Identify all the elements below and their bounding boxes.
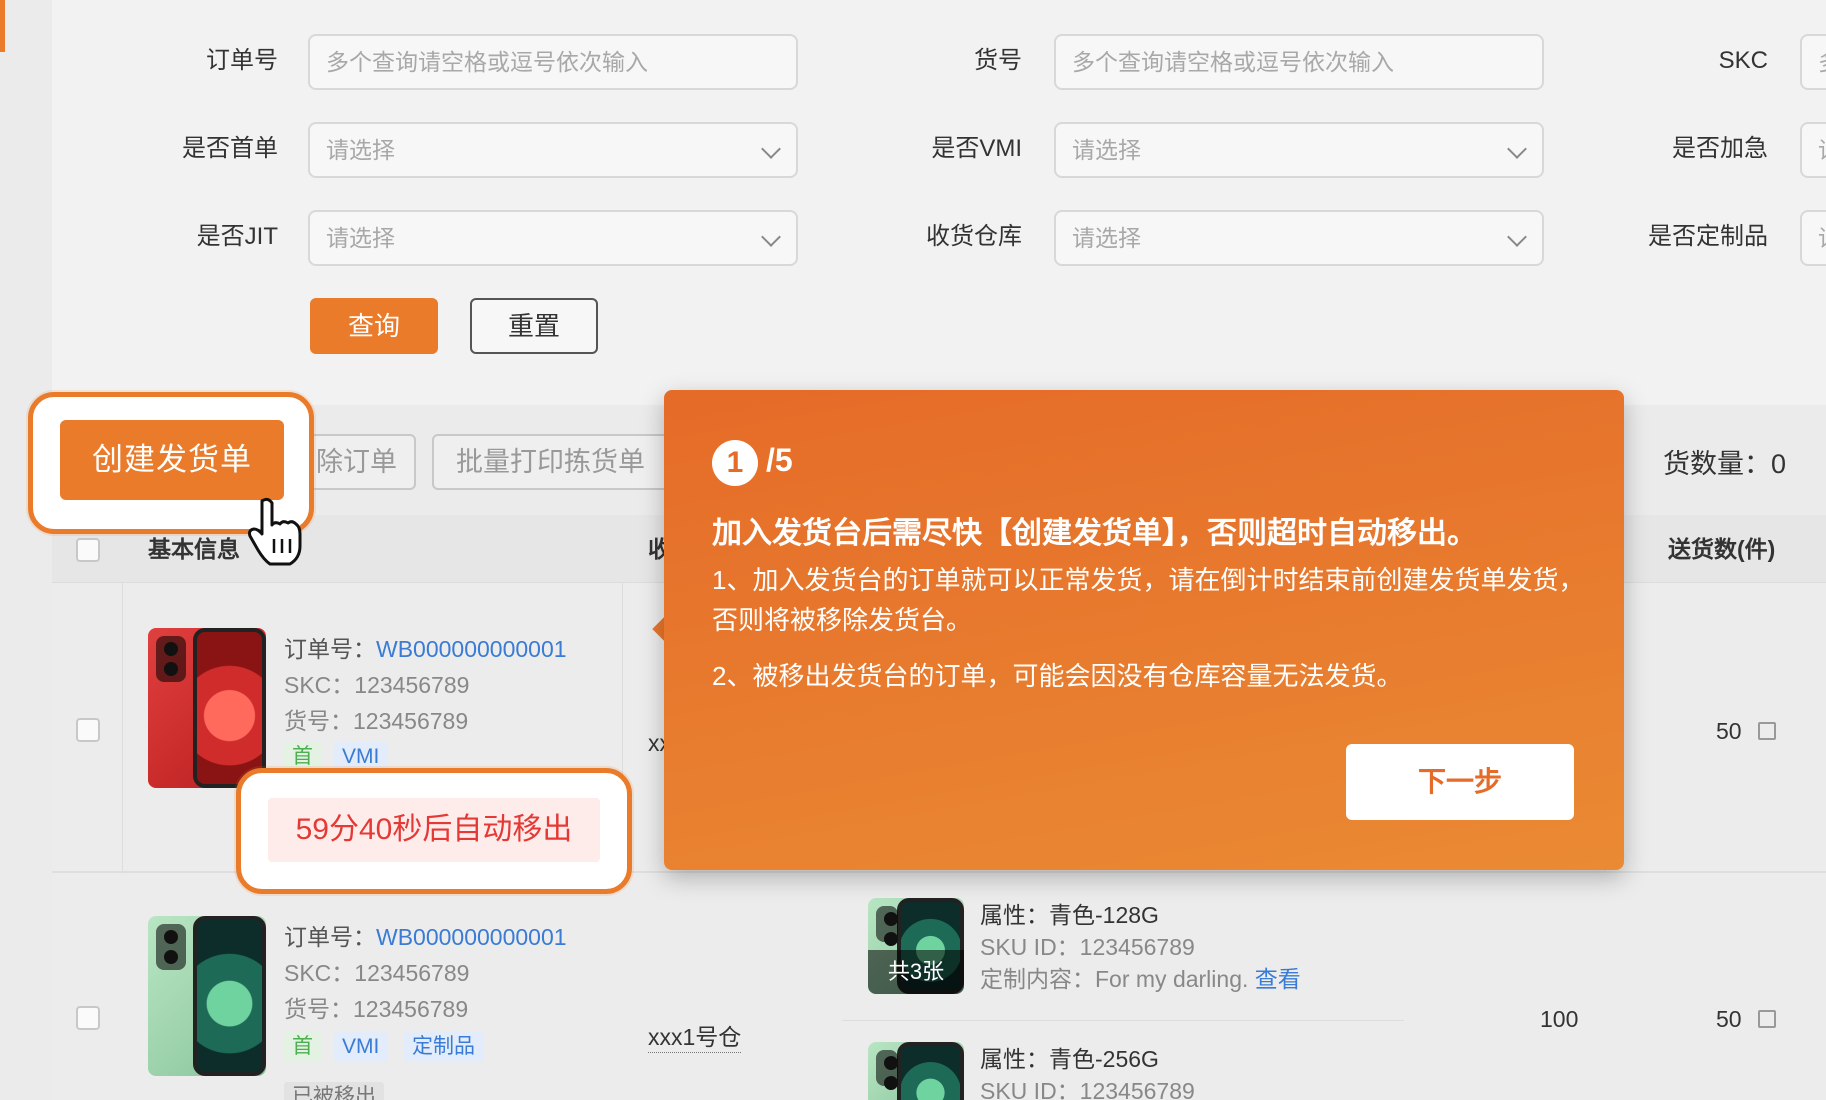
row-checkbox[interactable] — [76, 1006, 100, 1030]
warehouse-value: 请选择 — [1072, 225, 1141, 251]
first-order-value: 请选择 — [326, 137, 395, 163]
qty-cell: 100 — [1540, 1006, 1578, 1033]
sku-thumbnail[interactable]: 共3张 — [868, 898, 964, 994]
chevron-down-icon — [761, 139, 781, 159]
sku-divider — [842, 1020, 1404, 1021]
urgent-select[interactable]: 请 — [1800, 122, 1826, 178]
sku-attr: 属性：青色-128G — [980, 896, 1159, 930]
jit-select[interactable]: 请选择 — [308, 210, 798, 266]
order-no-link[interactable]: WB000000000001 — [376, 636, 567, 662]
th-ship-qty: 送货数(件) — [1668, 515, 1775, 583]
product-image — [148, 628, 266, 788]
vmi-value: 请选择 — [1072, 137, 1141, 163]
goods-line: 货号：123456789 — [284, 990, 468, 1024]
sku-thumbnail[interactable] — [868, 1042, 964, 1100]
left-rail — [0, 0, 52, 1100]
create-shipment-button[interactable]: 创建发货单 — [60, 420, 284, 500]
tag-vmi: VMI — [334, 1032, 387, 1062]
chevron-down-icon — [1507, 227, 1527, 247]
batch-print-button[interactable]: 批量打印拣货单 — [432, 434, 672, 490]
active-accent-bar — [0, 0, 5, 52]
step-number: 1 — [712, 440, 758, 486]
image-count-badge: 共3张 — [868, 950, 964, 994]
sku-custom-line: 定制内容：For my darling. 查看 — [980, 960, 1301, 994]
tag-first: 首 — [284, 1032, 321, 1062]
guide-title: 加入发货台后需尽快【创建发货单】，否则超时自动移出。 — [712, 508, 1477, 552]
edit-icon[interactable] — [1758, 722, 1776, 740]
row-checkbox[interactable] — [76, 718, 100, 742]
skc-label: SKC — [1538, 34, 1768, 88]
first-order-select[interactable]: 请选择 — [308, 122, 798, 178]
step-total: /5 — [766, 442, 793, 479]
order-no-label: 订单号 — [48, 34, 278, 88]
order-no-line: 订单号：WB000000000001 — [284, 918, 567, 952]
product-image — [148, 916, 266, 1076]
reset-button[interactable]: 重置 — [470, 298, 598, 354]
next-step-button[interactable]: 下一步 — [1346, 744, 1574, 820]
sku-id: SKU ID：123456789 — [980, 1072, 1195, 1100]
ship-qty-cell: 50 — [1716, 1006, 1742, 1033]
goods-line: 货号：123456789 — [284, 702, 468, 736]
skc-line: SKC：123456789 — [284, 666, 469, 700]
order-no-link[interactable]: WB000000000001 — [376, 924, 567, 950]
chevron-down-icon — [761, 227, 781, 247]
removed-badge: 已被移出 — [284, 1082, 384, 1100]
first-order-label: 是否首单 — [48, 122, 278, 176]
skc-line: SKC：123456789 — [284, 954, 469, 988]
urgent-label: 是否加急 — [1538, 122, 1768, 176]
chevron-down-icon — [1507, 139, 1527, 159]
view-link[interactable]: 查看 — [1255, 966, 1301, 992]
skc-input[interactable]: 多 — [1800, 34, 1826, 90]
edit-icon[interactable] — [1758, 1010, 1776, 1028]
goods-no-label: 货号 — [792, 34, 1022, 88]
warehouse-select[interactable]: 请选择 — [1054, 210, 1544, 266]
guide-paragraph-1: 1、加入发货台的订单就可以正常发货，请在倒计时结束前创建发货单发货，否则将被移除… — [712, 560, 1592, 640]
custom-label: 是否定制品 — [1538, 210, 1768, 264]
jit-value: 请选择 — [326, 225, 395, 251]
order-no-line: 订单号：WB000000000001 — [284, 630, 567, 664]
warehouse-cell: xxx1号仓 — [648, 1018, 741, 1053]
vmi-label: 是否VMI — [792, 122, 1022, 176]
sku-attr: 属性：青色-256G — [980, 1040, 1159, 1074]
order-no-input[interactable]: 多个查询请空格或逗号依次输入 — [308, 34, 798, 90]
guide-paragraph-2: 2、被移出发货台的订单，可能会因没有仓库容量无法发货。 — [712, 656, 1592, 696]
warehouse-label: 收货仓库 — [792, 210, 1022, 264]
custom-select[interactable]: 请 — [1800, 210, 1826, 266]
jit-label: 是否JIT — [48, 210, 278, 264]
vmi-select[interactable]: 请选择 — [1054, 122, 1544, 178]
tag-custom: 定制品 — [404, 1032, 483, 1062]
goods-no-input[interactable]: 多个查询请空格或逗号依次输入 — [1054, 34, 1544, 90]
total-qty: 货数量：0 — [1663, 442, 1786, 481]
hand-pointer-icon — [248, 497, 304, 567]
sku-id: SKU ID：123456789 — [980, 928, 1195, 962]
query-button[interactable]: 查询 — [310, 298, 438, 354]
select-all-checkbox[interactable] — [76, 538, 100, 562]
ship-qty-cell: 50 — [1716, 718, 1742, 745]
countdown-timer: 59分40秒后自动移出 — [268, 798, 600, 862]
